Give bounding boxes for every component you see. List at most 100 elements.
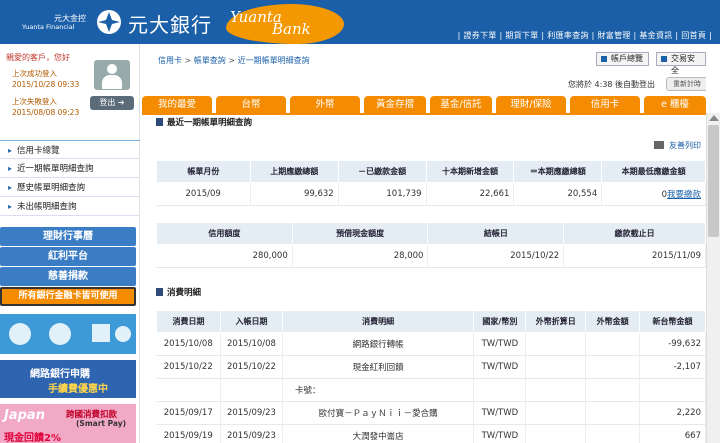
- tab-favorites[interactable]: 我的最愛: [142, 96, 212, 113]
- transactions-table: 消費日期 入帳日期 消費明細 國家/幣別 外幣折算日 外幣金額 新台幣金額 20…: [156, 310, 706, 443]
- pay-now-link[interactable]: 我要繳款: [667, 190, 701, 200]
- friendly-print-link[interactable]: 友善列印: [654, 140, 701, 151]
- financial-logo-en: Yuanta Financial: [22, 23, 75, 31]
- nav-latest-statement[interactable]: 近一期帳單明細查詢: [0, 159, 140, 178]
- reset-timer-button[interactable]: 重新計時: [666, 77, 706, 91]
- top-links: | 證券下單 | 期貨下單 | 利匯率查詢 | 財富管理 | 基金資訊 | 回首…: [457, 31, 712, 40]
- tx-post: [220, 378, 283, 402]
- promo-icons-icon: [9, 323, 131, 345]
- link-stock-order[interactable]: 證券下單: [464, 31, 497, 40]
- tx-post: 2015/09/23: [220, 401, 283, 425]
- tab-e-counter[interactable]: e 櫃檯: [644, 96, 706, 113]
- main-tabs: 我的最愛 台幣 外幣 黃金存摺 基金/信託 理財/保險 信用卡 e 櫃檯: [142, 96, 706, 113]
- col-min-due: 本期最低應繳金額: [601, 160, 706, 183]
- crumb-statement[interactable]: 帳單查詢: [194, 56, 226, 65]
- link-wealth[interactable]: 財富管理: [597, 31, 630, 40]
- account-overview-button[interactable]: 帳戶總覽: [596, 52, 649, 66]
- tx-twd: -99,632: [639, 332, 706, 356]
- tx-date: 2015/09/17: [156, 401, 221, 425]
- tab-twd[interactable]: 台幣: [216, 96, 286, 113]
- top-header: 元大金控 Yuanta Financial 元大銀行 Yuanta Bank |…: [0, 0, 720, 44]
- tx-desc: 大潤發中崙店: [282, 424, 475, 443]
- due-date: 2015/11/09: [563, 244, 706, 268]
- promo2-smartpay: (Smart Pay): [76, 419, 127, 428]
- col-total-due: ＝本期應繳總額: [513, 160, 603, 183]
- tx-twd: [639, 378, 706, 402]
- col-paid: －已繳款金額: [337, 160, 427, 183]
- tx-date: 2015/10/22: [156, 355, 221, 379]
- bonus-platform-button[interactable]: 紅利平台: [0, 247, 136, 266]
- transactions-header-row: 消費日期 入帳日期 消費明細 國家/幣別 外幣折算日 外幣金額 新台幣金額: [156, 310, 706, 333]
- col-month: 帳單月份: [156, 160, 251, 183]
- crumb-credit-card[interactable]: 信用卡: [158, 56, 182, 65]
- col-description: 消費明細: [281, 310, 475, 333]
- table-row: 2015/09/17 2015/09/23 歐付寶－ＰａｙＮｉｉ－愛合購 TW/TWD…: [156, 401, 706, 425]
- tab-credit-card[interactable]: 信用卡: [570, 96, 640, 113]
- tx-fxdate: [525, 355, 587, 379]
- scroll-thumb[interactable]: [708, 125, 719, 237]
- promo2-brand: Japan: [4, 408, 45, 423]
- last-success-label: 上次成功登入: [12, 69, 57, 78]
- tx-fxamt: [585, 355, 641, 379]
- col-due-date: 繳款截止日: [563, 222, 706, 245]
- tx-cur: TW/TWD: [473, 355, 527, 379]
- auto-logout-text: 您將於 4:38 後自動登出: [568, 80, 656, 89]
- tx-fxamt: [585, 332, 641, 356]
- link-futures-order[interactable]: 期貨下單: [505, 31, 538, 40]
- charity-button[interactable]: 慈善捐款: [0, 267, 136, 286]
- breadcrumb: 信用卡 > 帳單查詢 > 近一期帳單明細查詢: [158, 56, 310, 65]
- col-prev-due: 上期應繳總額: [249, 160, 339, 183]
- promo-smart-pay[interactable]: Japan 跨國消費扣款 (Smart Pay) 現金回饋2%: [0, 404, 136, 443]
- tx-date: [156, 378, 221, 402]
- summary-prev-due: 99,632: [250, 182, 339, 206]
- limits-header-row: 信用額度 預借現金額度 結帳日 繳款截止日: [156, 222, 706, 245]
- credit-limit: 280,000: [156, 244, 293, 268]
- tx-desc: 現金紅利回饋: [282, 355, 475, 379]
- summary-table: 帳單月份 上期應繳總額 －已繳款金額 十本期新增金額 ＝本期應繳總額 本期最低應…: [156, 160, 706, 206]
- last-fail-label: 上次失敗登入: [12, 97, 57, 106]
- col-closing-date: 結帳日: [427, 222, 565, 245]
- transaction-security-button[interactable]: 交易安全: [656, 52, 706, 75]
- tx-fxamt: [585, 424, 641, 443]
- tab-insurance[interactable]: 理財/保險: [496, 96, 566, 113]
- tx-cur: TW/TWD: [473, 424, 527, 443]
- nav-unbilled[interactable]: 未出帳明細查詢: [0, 197, 140, 216]
- table-row: 2015/09/19 2015/09/23 大潤發中崙店 TW/TWD 667: [156, 424, 706, 443]
- tx-twd: -2,107: [639, 355, 706, 379]
- link-rates[interactable]: 利匯率查詢: [547, 31, 589, 40]
- scroll-up-icon[interactable]: [709, 115, 719, 121]
- wealth-calendar-button[interactable]: 理財行事曆: [0, 227, 136, 246]
- promo1-title: 網路銀行申購: [30, 369, 90, 380]
- tab-gold[interactable]: 黃金存摺: [364, 96, 426, 113]
- section-title-transactions: 消費明細: [156, 286, 201, 298]
- summary-header-row: 帳單月份 上期應繳總額 －已繳款金額 十本期新增金額 ＝本期應繳總額 本期最低應…: [156, 160, 706, 183]
- col-fx-amount: 外幣金額: [585, 310, 641, 333]
- crumb-latest: 近一期帳單明細查詢: [237, 56, 310, 65]
- promo2-cashback: 現金回饋2%: [4, 433, 61, 443]
- section-title-latest: 最近一期帳單明細查詢: [156, 116, 252, 128]
- promo-banner-icons[interactable]: [0, 314, 136, 354]
- welcome-text: 親愛的客戶，您好: [6, 53, 70, 62]
- nav-card-overview[interactable]: 信用卡總覽: [0, 140, 140, 159]
- tab-fund[interactable]: 基金/信託: [430, 96, 492, 113]
- col-credit-limit: 信用額度: [156, 222, 293, 245]
- tx-desc: 網路銀行轉帳: [282, 332, 475, 356]
- tx-fxdate: [525, 424, 587, 443]
- tx-post: 2015/09/23: [220, 424, 283, 443]
- promo-online-banking[interactable]: 網路銀行申購 手續費優惠中: [0, 360, 136, 398]
- link-home[interactable]: 回首頁: [681, 31, 706, 40]
- page-scrollbar[interactable]: [706, 113, 720, 443]
- summary-paid: 101,739: [338, 182, 427, 206]
- all-bank-card-button[interactable]: 所有銀行金融卡皆可使用: [0, 287, 136, 306]
- logout-button[interactable]: 登出 ➔: [90, 96, 134, 110]
- last-success-time: 2015/10/28 09:33: [12, 80, 80, 89]
- tab-foreign[interactable]: 外幣: [290, 96, 360, 113]
- nav-history-statement[interactable]: 歷史帳單明細查詢: [0, 178, 140, 197]
- col-cash-limit: 預借現金額度: [291, 222, 429, 245]
- tx-fxamt: [585, 401, 641, 425]
- tx-twd: 2,220: [639, 401, 706, 425]
- table-row: 2015/10/08 2015/10/08 網路銀行轉帳 TW/TWD -99,632: [156, 332, 706, 356]
- link-fund-info[interactable]: 基金資訊: [639, 31, 672, 40]
- tx-fxdate: [525, 332, 587, 356]
- last-fail-time: 2015/08/08 09:23: [12, 108, 80, 117]
